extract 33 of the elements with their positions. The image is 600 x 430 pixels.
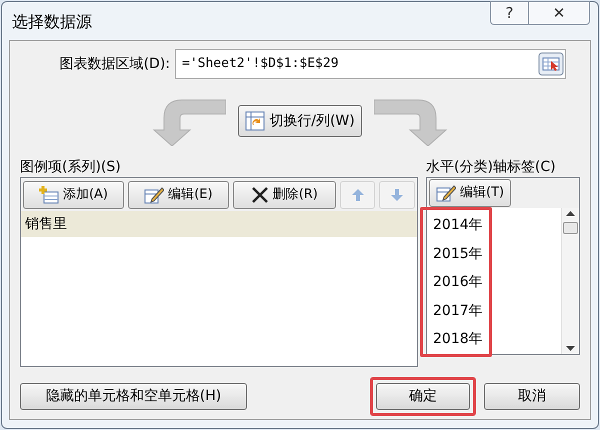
window-title: 选择数据源 <box>12 11 92 33</box>
add-icon <box>38 186 59 204</box>
section-label: 图例项(系列)(S) <box>20 158 122 177</box>
category-item: 2015年 <box>432 244 484 264</box>
close-button[interactable]: ✕ <box>528 1 590 25</box>
down-arrow-icon <box>390 188 404 202</box>
range-select-icon[interactable] <box>538 52 564 76</box>
table-swap-icon <box>245 111 266 131</box>
scrollbar[interactable] <box>561 208 579 354</box>
category-item: 2016年 <box>432 273 484 292</box>
category-item: 2017年 <box>432 302 484 321</box>
help-button[interactable]: ? <box>490 1 528 25</box>
add-button[interactable]: 添加(A) <box>23 180 124 208</box>
range-field[interactable]: ='Sheet2'!$D$1:$E$29 <box>175 49 566 79</box>
field-label: 图表数据区域(D): <box>58 54 171 74</box>
scroll-down-icon[interactable] <box>566 346 575 351</box>
edit-button[interactable]: 编辑(T) <box>429 178 512 207</box>
switch-row-column-button[interactable]: 切换行/列(W) <box>238 105 362 137</box>
scroll-up-icon[interactable] <box>566 210 575 216</box>
edit-button[interactable]: 编辑(E) <box>128 180 229 208</box>
series-item[interactable]: 销售里 <box>21 211 417 237</box>
edit-icon <box>144 186 164 204</box>
delete-button[interactable]: 删除(R) <box>232 180 336 208</box>
category-item: 2014年 <box>432 216 484 236</box>
section-label: 水平(分类)轴标签(C) <box>426 158 557 177</box>
up-arrow-icon <box>350 188 365 202</box>
ok-button[interactable]: 确定 <box>376 382 470 410</box>
scroll-thumb[interactable] <box>563 222 578 234</box>
delete-icon <box>250 186 269 204</box>
edit-icon <box>436 184 456 202</box>
hidden-cells-button[interactable]: 隐藏的单元格和空单元格(H) <box>20 382 247 410</box>
category-item: 2018年 <box>432 330 484 350</box>
cancel-button[interactable]: 取消 <box>484 382 580 410</box>
